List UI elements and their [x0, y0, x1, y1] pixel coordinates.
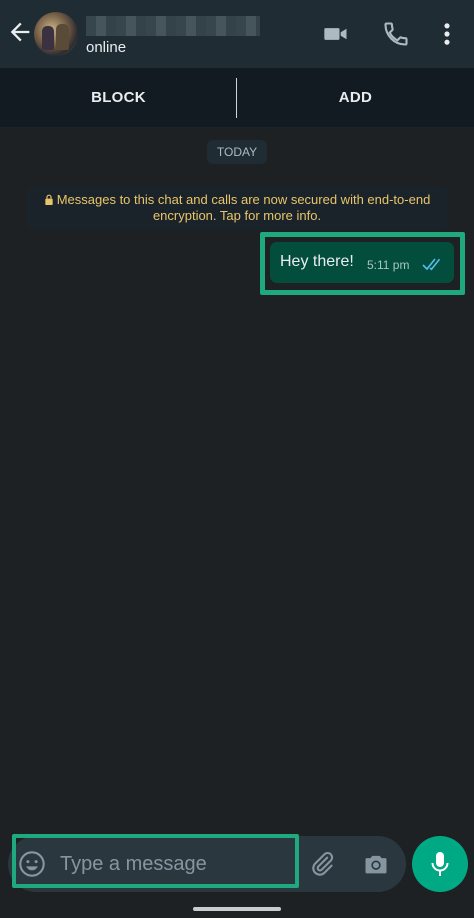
encryption-line-1: Messages to this chat and calls are now …	[26, 192, 448, 208]
microphone-icon	[431, 852, 449, 876]
avatar[interactable]	[34, 12, 78, 56]
lock-icon	[45, 194, 53, 205]
block-button[interactable]: BLOCK	[0, 68, 237, 127]
action-divider	[236, 78, 237, 118]
message-time: 5:11 pm	[367, 258, 410, 272]
contact-name-redacted[interactable]	[86, 16, 260, 36]
contact-status: online	[86, 39, 127, 56]
add-contact-button[interactable]: ADD	[237, 68, 474, 127]
phone-icon[interactable]	[382, 20, 410, 48]
voice-record-button[interactable]	[412, 836, 468, 892]
camera-icon[interactable]	[362, 850, 390, 878]
chat-header: online	[0, 0, 474, 68]
paperclip-icon[interactable]	[308, 850, 336, 878]
system-home-indicator[interactable]	[193, 907, 281, 911]
message-text: Hey there!	[280, 253, 354, 270]
input-highlight-box	[12, 834, 299, 888]
date-chip: TODAY	[207, 140, 267, 164]
chat-area[interactable]: TODAY Messages to this chat and calls ar…	[0, 128, 474, 828]
back-arrow-icon[interactable]	[6, 18, 34, 46]
outgoing-message[interactable]: Hey there! 5:11 pm	[270, 242, 454, 283]
video-call-icon[interactable]	[322, 20, 350, 48]
double-check-icon	[422, 258, 441, 271]
encryption-notice[interactable]: Messages to this chat and calls are now …	[26, 186, 448, 230]
unknown-contact-action-bar: BLOCK ADD	[0, 68, 474, 128]
encryption-line-2: encryption. Tap for more info.	[152, 208, 322, 223]
more-vertical-icon[interactable]	[433, 20, 461, 48]
